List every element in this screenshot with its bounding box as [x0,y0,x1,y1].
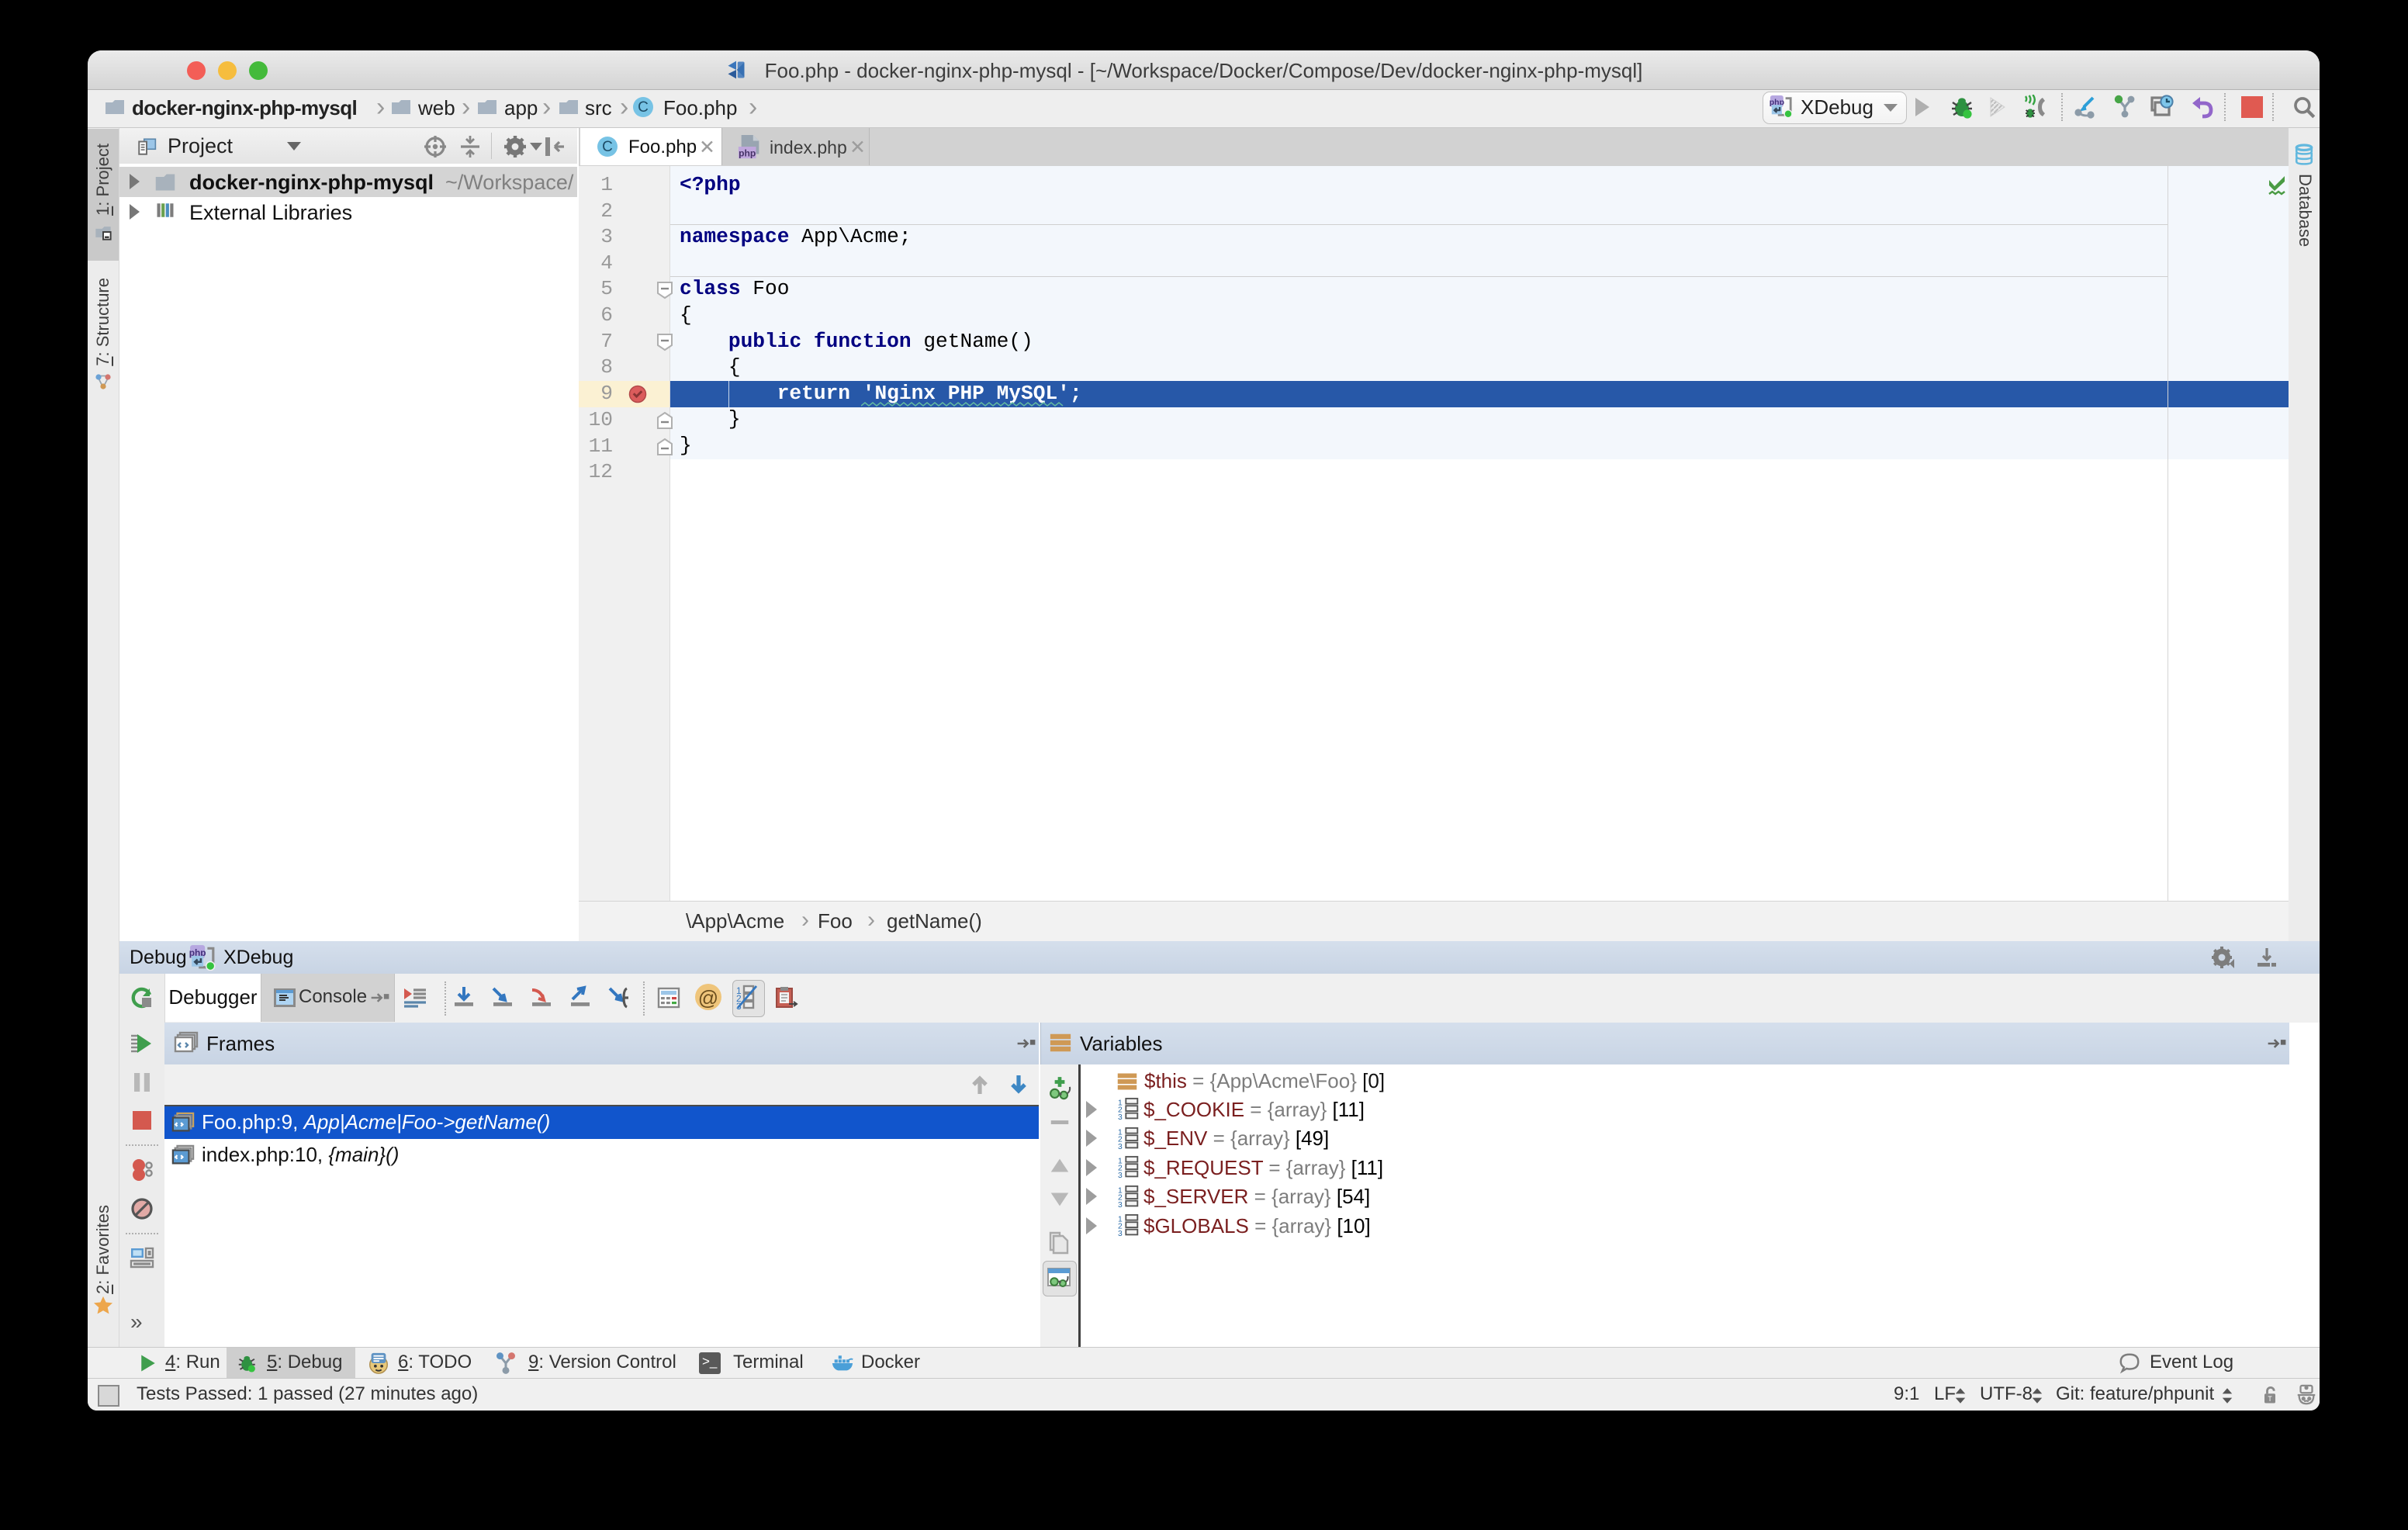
svg-text:T: T [2268,1395,2272,1403]
svg-text:3: 3 [1118,1172,1123,1179]
svg-text:3: 3 [1118,1143,1123,1150]
svg-text:3: 3 [1118,1113,1123,1120]
svg-text:php: php [739,147,756,158]
svg-text:3: 3 [1118,1230,1123,1237]
svg-text:3: 3 [1118,1201,1123,1208]
